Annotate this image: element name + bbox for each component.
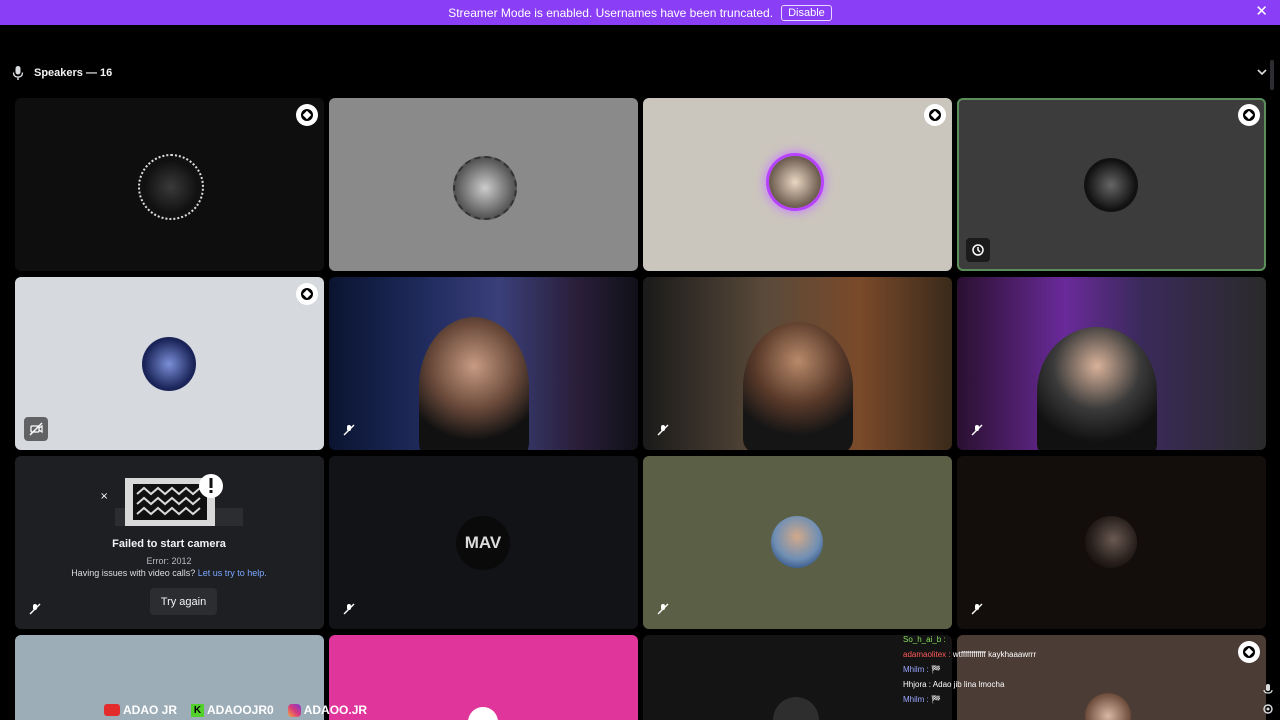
microphone-icon: [12, 66, 24, 80]
instagram-icon: [287, 703, 301, 717]
participant-tile[interactable]: [329, 98, 638, 271]
participant-tile[interactable]: [643, 98, 952, 271]
chat-line: Mhilm : 🏁: [903, 662, 1103, 677]
chat-text: Adao jib lina lmocha: [932, 680, 1005, 689]
chat-username: Hhjora :: [903, 680, 933, 689]
muted-mic-icon: [339, 599, 359, 619]
video-person: [419, 317, 529, 450]
speaking-avatar: [769, 156, 821, 208]
avatar: [1084, 158, 1138, 212]
banner-message: Streamer Mode is enabled. Usernames have…: [448, 5, 774, 20]
muted-mic-icon: [339, 420, 359, 440]
avatar: [453, 156, 517, 220]
chevron-down-icon[interactable]: [1256, 66, 1268, 78]
avatar: [468, 707, 498, 720]
failed-camera-error: Error: 2012: [146, 556, 192, 566]
video-person: [1037, 327, 1157, 450]
avatar: [1085, 516, 1137, 568]
chat-username: Mhilm :: [903, 695, 931, 704]
help-prefix: Having issues with video calls?: [71, 568, 196, 578]
participant-tile[interactable]: [957, 456, 1266, 629]
camera-off-icon: [24, 417, 48, 441]
participant-tile[interactable]: [15, 277, 324, 450]
avatar: [142, 337, 196, 391]
activity-badge-icon: [924, 104, 946, 126]
close-banner-icon[interactable]: ✕: [1255, 4, 1268, 20]
youtube-icon: [104, 704, 120, 716]
muted-mic-icon: [653, 599, 673, 619]
chat-username: So_h_ai_b :: [903, 635, 946, 644]
participant-tile[interactable]: [15, 98, 324, 271]
speakers-label: Speakers — 16: [34, 67, 113, 79]
social-handle: ADAO JR: [123, 703, 178, 717]
participant-tile[interactable]: MAV: [329, 456, 638, 629]
muted-mic-icon: [967, 420, 987, 440]
chat-text: wtffffffffffff kaykhaaawrrr: [952, 650, 1037, 659]
participant-video-tile[interactable]: [957, 277, 1266, 450]
failed-camera-help: Having issues with video calls? Let us t…: [15, 568, 323, 578]
chat-line: adamaolitex : wtffffffffffff kaykhaaawrr…: [903, 647, 1103, 662]
streamer-mode-banner: Streamer Mode is enabled. Usernames have…: [0, 0, 1280, 25]
kick-icon: K: [191, 703, 205, 717]
activity-badge-icon: [1238, 641, 1260, 663]
avatar: MAV: [456, 516, 510, 570]
camera-error-illustration: ×: [100, 474, 243, 526]
muted-mic-icon: [653, 420, 673, 440]
pop-out-icon[interactable]: [966, 238, 990, 262]
chat-text: 🏁: [931, 665, 941, 674]
participant-tile-selected[interactable]: [957, 98, 1266, 271]
failed-camera-tile: × Failed to start camera Error: 2012 Hav…: [15, 456, 324, 629]
scrollbar[interactable]: [1270, 60, 1274, 90]
settings-icon[interactable]: [1262, 703, 1274, 715]
participant-tile[interactable]: [329, 635, 638, 720]
activity-badge-icon: [1238, 104, 1260, 126]
social-kick: K ADAOOJR0: [191, 703, 274, 717]
help-link[interactable]: Let us try to help.: [198, 568, 267, 578]
social-youtube: ADAO JR: [104, 703, 177, 717]
try-again-button[interactable]: Try again: [150, 588, 217, 615]
stream-socials-overlay: ADAO JR K ADAOOJR0 ADAOO.JR: [104, 703, 367, 717]
disable-streamer-mode-button[interactable]: Disable: [781, 4, 832, 21]
chat-line: Hhjora : Adao jib lina lmocha: [903, 677, 1103, 692]
participant-video-tile[interactable]: [329, 277, 638, 450]
microphone-icon[interactable]: [1262, 684, 1274, 696]
muted-mic-icon: [967, 599, 987, 619]
avatar-text: MAV: [464, 533, 502, 552]
video-person: [743, 322, 853, 450]
speakers-header: Speakers — 16: [12, 64, 112, 82]
social-handle: ADAOO.JR: [303, 703, 368, 717]
avatar: [771, 516, 823, 568]
social-instagram: ADAOO.JR: [287, 703, 368, 717]
activity-badge-icon: [296, 283, 318, 305]
avatar: [138, 154, 204, 220]
participant-tile[interactable]: [643, 456, 952, 629]
avatar: [773, 697, 819, 720]
participant-video-tile[interactable]: [643, 277, 952, 450]
chat-line: Mhilm : 🏁: [903, 692, 1103, 707]
social-handle: ADAOOJR0: [207, 703, 274, 717]
chat-line: So_h_ai_b :: [903, 632, 1103, 647]
failed-camera-title: Failed to start camera: [112, 538, 226, 550]
chat-username: adamaolitex :: [903, 650, 953, 659]
stream-chat-overlay: So_h_ai_b : adamaolitex : wtffffffffffff…: [903, 632, 1103, 707]
activity-badge-icon: [296, 104, 318, 126]
chat-text: 🏁: [931, 695, 941, 704]
chat-username: Mhilm :: [903, 665, 931, 674]
muted-mic-icon: [25, 599, 45, 619]
svg-text:×: ×: [100, 491, 108, 502]
